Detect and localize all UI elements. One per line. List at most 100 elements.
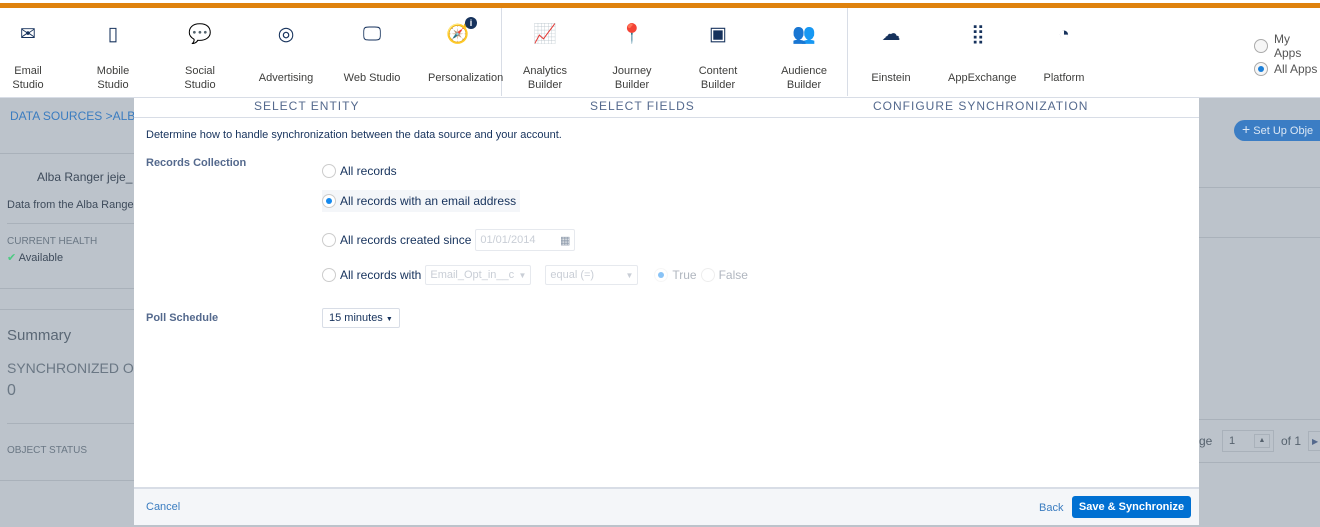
calendar-icon[interactable]: ▦ <box>560 234 570 247</box>
operator-value: equal (=) <box>550 269 595 281</box>
nav-item-einstein[interactable]: ☁ Einstein <box>848 25 934 92</box>
wizard-steps: SELECT ENTITY SELECT FIELDS CONFIGURE SY… <box>134 98 1199 118</box>
caret-down-icon: ▼ <box>518 270 527 280</box>
synchronized-label: SYNCHRONIZED O <box>7 360 134 376</box>
page-label: ge <box>1199 434 1213 448</box>
nav-item-label: Content Builder <box>675 64 761 92</box>
intro-text: Determine how to handle synchronization … <box>146 129 562 141</box>
nav-item-label: Advertising <box>243 64 329 92</box>
nav-item-label: Audience Builder <box>761 64 847 92</box>
nav-item-email-studio[interactable]: ✉ Email Studio <box>0 24 71 92</box>
object-status-label: OBJECT STATUS <box>7 445 88 456</box>
field-select[interactable]: Email_Opt_in__c ▼ <box>425 265 532 285</box>
nav-item-label: Einstein <box>848 64 934 92</box>
radio[interactable] <box>1254 39 1268 53</box>
back-button[interactable]: Back <box>1039 502 1063 514</box>
step-select-fields[interactable]: SELECT FIELDS <box>590 99 695 113</box>
label-text: Content Builder <box>698 65 738 91</box>
nav-item-web-studio[interactable]: 🖵 Web Studio <box>329 25 415 92</box>
records-collection-label: Records Collection <box>146 157 247 169</box>
app-nav: My Apps All Apps ✉ Email Studio ▯ Mobile St… <box>0 8 1320 98</box>
operator-select[interactable]: equal (=) ▼ <box>545 265 639 285</box>
nav-item-social-studio[interactable]: 💬 Social Studio <box>157 24 243 92</box>
option-label: All records with an email address <box>340 194 517 208</box>
label-text: Web Studio <box>343 72 401 84</box>
false-label: False <box>718 268 748 282</box>
nav-item-analytics-builder[interactable]: 📈 Analytics Builder <box>502 25 588 92</box>
plus-icon: + <box>1242 121 1251 137</box>
label-text: Analytics Builder <box>522 65 568 91</box>
radio[interactable] <box>1254 62 1268 76</box>
false-radio[interactable] <box>700 268 715 282</box>
nav-item-content-builder[interactable]: ▣ Content Builder <box>675 24 761 92</box>
my-apps-radio[interactable]: My Apps <box>1254 32 1320 60</box>
page-input[interactable]: 1 ▲ <box>1222 430 1274 452</box>
nav-item-mobile-studio[interactable]: ▯ Mobile Studio <box>70 24 156 92</box>
step-configure-sync[interactable]: CONFIGURE SYNCHRONIZATION <box>873 99 1088 113</box>
health-label: CURRENT HEALTH <box>7 236 98 247</box>
health-status: ✔ Available <box>7 251 63 264</box>
nav-item-platform[interactable]: ◔ Platform <box>1021 24 1107 92</box>
save-synchronize-button[interactable]: Save & Synchronize <box>1072 496 1191 518</box>
nav-item-personalization[interactable]: 🧭 i Personalization <box>415 17 504 92</box>
nav-item-journey-builder[interactable]: 📍 Journey Builder <box>589 24 675 92</box>
health-value: Available <box>18 252 64 264</box>
nav-item-advertising[interactable]: ◎ Advertising <box>243 24 329 92</box>
envelope-icon: ✉ <box>20 24 36 45</box>
label-text: Email Studio <box>12 65 44 91</box>
radio[interactable] <box>322 268 336 282</box>
advertising-icon: ◎ <box>277 24 295 45</box>
true-label: True <box>672 268 697 282</box>
cancel-button[interactable]: Cancel <box>146 501 180 513</box>
source-name: Alba Ranger jeje_ <box>37 170 133 184</box>
poll-schedule-label: Poll Schedule <box>146 312 219 324</box>
nav-item-label: AppExchange <box>935 64 1021 92</box>
all-apps-radio[interactable]: All Apps <box>1254 62 1317 76</box>
true-radio[interactable] <box>654 268 669 282</box>
setup-label: Set Up Obje <box>1253 125 1314 137</box>
option-all-records[interactable]: All records <box>322 161 397 181</box>
radio[interactable] <box>322 164 336 178</box>
source-description: Data from the Alba Range <box>7 199 134 211</box>
layout-icon: ▣ <box>709 24 727 45</box>
info-badge-icon: i <box>465 17 477 29</box>
poll-value: 15 minutes <box>329 312 383 324</box>
option-email-records[interactable]: All records with an email address <box>322 190 521 212</box>
next-page-button[interactable]: ▶ <box>1308 431 1320 451</box>
label-text: Journey Builder <box>612 65 652 91</box>
nav-item-label: Mobile Studio <box>70 64 156 92</box>
radio[interactable] <box>322 233 336 247</box>
nav-item-label: Analytics Builder <box>502 64 588 92</box>
poll-schedule-dropdown[interactable]: 15 minutes ▼ <box>322 308 400 328</box>
page-total: of 1 <box>1281 434 1302 448</box>
mobile-icon: ▯ <box>107 24 119 45</box>
compass-icon: 🧭 i <box>415 17 501 52</box>
date-input[interactable]: 01/01/2014 ▦ <box>475 229 576 251</box>
nav-item-label: Platform <box>1021 64 1107 92</box>
set-up-object-button[interactable]: + Set Up Obje <box>1234 120 1320 141</box>
option-records-with[interactable]: All records with Email_Opt_in__c ▼ equal … <box>322 265 748 285</box>
nav-item-label: Email Studio <box>0 64 71 92</box>
page-up-icon[interactable]: ▲ <box>1254 434 1270 448</box>
date-placeholder: 01/01/2014 <box>480 234 536 246</box>
field-value: Email_Opt_in__c <box>430 269 515 281</box>
label-text: Personalization <box>428 72 504 84</box>
step-select-entity[interactable]: SELECT ENTITY <box>254 99 359 113</box>
breadcrumb[interactable]: DATA SOURCES >ALB <box>10 109 135 123</box>
nav-item-label: Personalization <box>415 64 504 92</box>
nav-item-appexchange[interactable]: ⣿ AppExchange <box>935 24 1021 92</box>
label-text: Social Studio <box>184 65 216 91</box>
radio[interactable] <box>322 194 336 208</box>
sync-config-modal: SELECT ENTITY SELECT FIELDS CONFIGURE SY… <box>134 98 1199 525</box>
nav-item-label: Journey Builder <box>589 64 675 92</box>
grid-icon: ⣿ <box>971 24 985 45</box>
my-apps-label: My Apps <box>1274 32 1302 60</box>
chat-bubbles-icon: 💬 <box>188 24 212 45</box>
page-value: 1 <box>1229 435 1236 447</box>
caret-down-icon: ▼ <box>385 316 393 323</box>
option-created-since[interactable]: All records created since 01/01/2014 ▦ <box>322 229 576 251</box>
nav-item-audience-builder[interactable]: 👥 Audience Builder <box>761 25 847 92</box>
option-label: All records created since <box>340 233 472 247</box>
map-pin-icon: 📍 <box>620 24 644 45</box>
gauge-icon: ◔ <box>1058 24 1070 45</box>
